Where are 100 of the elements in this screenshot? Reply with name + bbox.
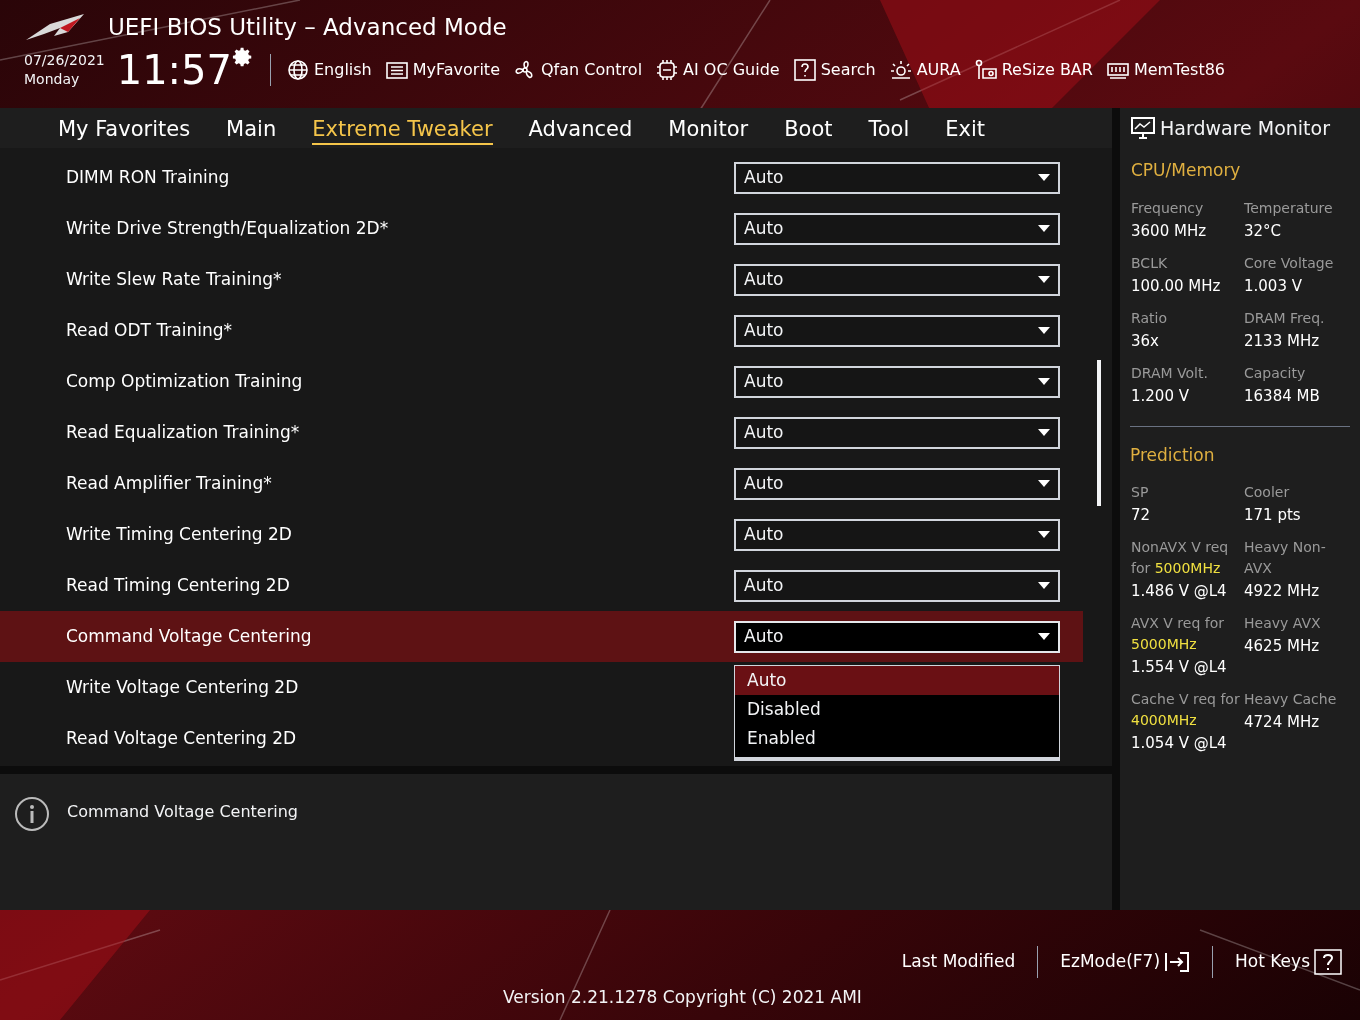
setting-row[interactable]: Read Timing Centering 2D Auto bbox=[0, 560, 1083, 611]
setting-label: Read Equalization Training* bbox=[65, 420, 301, 444]
monitor-label: AVX V req for 5000MHz bbox=[1131, 614, 1225, 654]
info-icon bbox=[14, 796, 50, 832]
toolbar-button[interactable]: MyFavorite bbox=[385, 58, 500, 82]
caret-icon bbox=[1038, 174, 1050, 181]
setting-row[interactable]: Comp Optimization Training Auto bbox=[0, 356, 1083, 407]
caret-icon bbox=[1038, 327, 1050, 334]
globe-icon bbox=[287, 59, 309, 81]
monitor-label: SP bbox=[1131, 483, 1150, 502]
dropdown[interactable]: Auto bbox=[734, 161, 1060, 194]
clock-time: 11:57 bbox=[116, 50, 232, 90]
window-title: UEFI BIOS Utility – Advanced Mode bbox=[108, 12, 507, 42]
setting-label: Comp Optimization Training bbox=[65, 369, 304, 393]
menu-tab[interactable]: Extreme Tweaker bbox=[312, 115, 493, 145]
section-title: Prediction bbox=[1130, 425, 1350, 468]
toolbar-button[interactable]: AURA bbox=[889, 58, 961, 82]
setting-row[interactable]: Write Slew Rate Training* Auto bbox=[0, 254, 1083, 305]
dropdown[interactable]: Auto bbox=[734, 263, 1060, 296]
footer-link[interactable]: Hot Keys bbox=[1235, 949, 1342, 975]
setting-label: Write Drive Strength/Equalization 2D* bbox=[65, 216, 390, 240]
monitor-value: 2133 MHz bbox=[1244, 330, 1321, 352]
list-icon bbox=[385, 59, 408, 81]
monitor-label: Core Voltage bbox=[1244, 253, 1335, 273]
monitor-label: Ratio bbox=[1131, 308, 1168, 328]
dropdown[interactable]: Auto bbox=[734, 365, 1060, 398]
dropdown[interactable]: Auto bbox=[734, 569, 1060, 602]
toolbar-button[interactable]: MemTest86 bbox=[1106, 58, 1226, 82]
monitor-value: 72 bbox=[1131, 505, 1152, 526]
help-text: Command Voltage Centering bbox=[67, 801, 298, 823]
dropdown-option[interactable]: Disabled bbox=[735, 695, 1059, 724]
caret-icon bbox=[1038, 276, 1050, 283]
fan-icon bbox=[514, 59, 536, 81]
monitor-value: 16384 MB bbox=[1244, 385, 1321, 407]
dropdown[interactable]: Auto bbox=[734, 212, 1060, 245]
caret-icon bbox=[1038, 633, 1050, 640]
dropdown[interactable]: Auto bbox=[734, 620, 1060, 653]
menu-tab[interactable]: Main bbox=[226, 115, 277, 145]
menu-tab[interactable]: My Favorites bbox=[58, 115, 191, 145]
menu-tab[interactable]: Boot bbox=[784, 115, 833, 145]
monitor-value: 1.486 V @L4 bbox=[1131, 581, 1228, 602]
toolbar-button[interactable]: AI OC Guide bbox=[656, 58, 780, 82]
gear-icon[interactable] bbox=[232, 46, 254, 68]
monitor-label: Cooler bbox=[1244, 483, 1291, 502]
footer-link[interactable]: Last Modified bbox=[901, 949, 1016, 975]
setting-row[interactable]: Write Timing Centering 2D Auto bbox=[0, 509, 1083, 560]
setting-row[interactable]: Read Equalization Training* Auto bbox=[0, 407, 1083, 458]
setting-label: Read Timing Centering 2D bbox=[65, 573, 291, 597]
menu-tab[interactable]: Exit bbox=[945, 115, 986, 145]
toolbar-button[interactable]: English bbox=[287, 58, 372, 82]
monitor-label: DRAM Freq. bbox=[1244, 308, 1326, 328]
monitor-value: 3600 MHz bbox=[1131, 220, 1208, 242]
monitor-label: DRAM Volt. bbox=[1131, 363, 1209, 383]
setting-row[interactable]: Read Amplifier Training* Auto bbox=[0, 458, 1083, 509]
monitor-label: Cache V req for 4000MHz bbox=[1131, 690, 1241, 730]
monitor-icon bbox=[1130, 116, 1156, 140]
caret-icon bbox=[1038, 378, 1050, 385]
monitor-value: 171 pts bbox=[1244, 505, 1302, 526]
setting-row[interactable]: Read ODT Training* Auto bbox=[0, 305, 1083, 356]
light-icon bbox=[889, 59, 912, 81]
monitor-label: NonAVX V req for 5000MHz bbox=[1131, 538, 1230, 578]
setting-row[interactable]: Write Voltage Centering 2D bbox=[0, 662, 728, 713]
monitor-value: 36x bbox=[1131, 330, 1160, 352]
caret-icon bbox=[1038, 480, 1050, 487]
dropdown[interactable]: Auto bbox=[734, 314, 1060, 347]
menu-tab[interactable]: Advanced bbox=[528, 115, 633, 145]
menu-tab[interactable]: Tool bbox=[868, 115, 910, 145]
dropdown-option[interactable]: Auto bbox=[735, 666, 1059, 695]
toolbar-button[interactable]: Search bbox=[793, 58, 876, 82]
toolbar-button[interactable]: ReSize BAR bbox=[974, 58, 1093, 82]
caret-icon bbox=[1038, 429, 1050, 436]
dropdown-option[interactable]: Enabled bbox=[735, 724, 1059, 753]
monitor-value: 32°C bbox=[1244, 220, 1283, 242]
scrollbar[interactable] bbox=[1097, 360, 1101, 506]
monitor-value: 100.00 MHz bbox=[1131, 275, 1222, 297]
card-icon bbox=[974, 59, 997, 81]
setting-label: Read Amplifier Training* bbox=[65, 471, 273, 495]
setting-row[interactable]: DIMM RON Training Auto bbox=[0, 152, 1083, 203]
version-text: Version 2.21.1278 Copyright (C) 2021 AMI bbox=[503, 986, 862, 1009]
search-icon bbox=[793, 59, 816, 81]
monitor-label: Heavy Cache bbox=[1244, 690, 1338, 709]
setting-row[interactable]: Read Voltage Centering 2D bbox=[0, 713, 728, 764]
monitor-value: 4922 MHz bbox=[1244, 581, 1321, 602]
menu-tab[interactable]: Monitor bbox=[668, 115, 749, 145]
monitor-value: 1.554 V @L4 bbox=[1131, 657, 1228, 678]
footer-link[interactable]: EzMode(F7) bbox=[1060, 949, 1191, 975]
dropdown[interactable]: Auto bbox=[734, 467, 1060, 500]
panel-title: Hardware Monitor bbox=[1160, 115, 1330, 141]
monitor-value: 4724 MHz bbox=[1244, 712, 1321, 733]
monitor-label: Frequency bbox=[1131, 198, 1205, 218]
toolbar-button[interactable]: Qfan Control bbox=[514, 58, 643, 82]
monitor-label: Heavy Non-AVX bbox=[1244, 538, 1327, 578]
monitor-value: 1.003 V bbox=[1244, 275, 1303, 297]
dropdown[interactable]: Auto bbox=[734, 518, 1060, 551]
caret-icon bbox=[1038, 531, 1050, 538]
caret-icon bbox=[1038, 582, 1050, 589]
dropdown[interactable]: Auto bbox=[734, 416, 1060, 449]
monitor-label: Capacity bbox=[1244, 363, 1307, 383]
setting-row[interactable]: Write Drive Strength/Equalization 2D* Auto bbox=[0, 203, 1083, 254]
setting-label: Write Timing Centering 2D bbox=[65, 522, 293, 546]
